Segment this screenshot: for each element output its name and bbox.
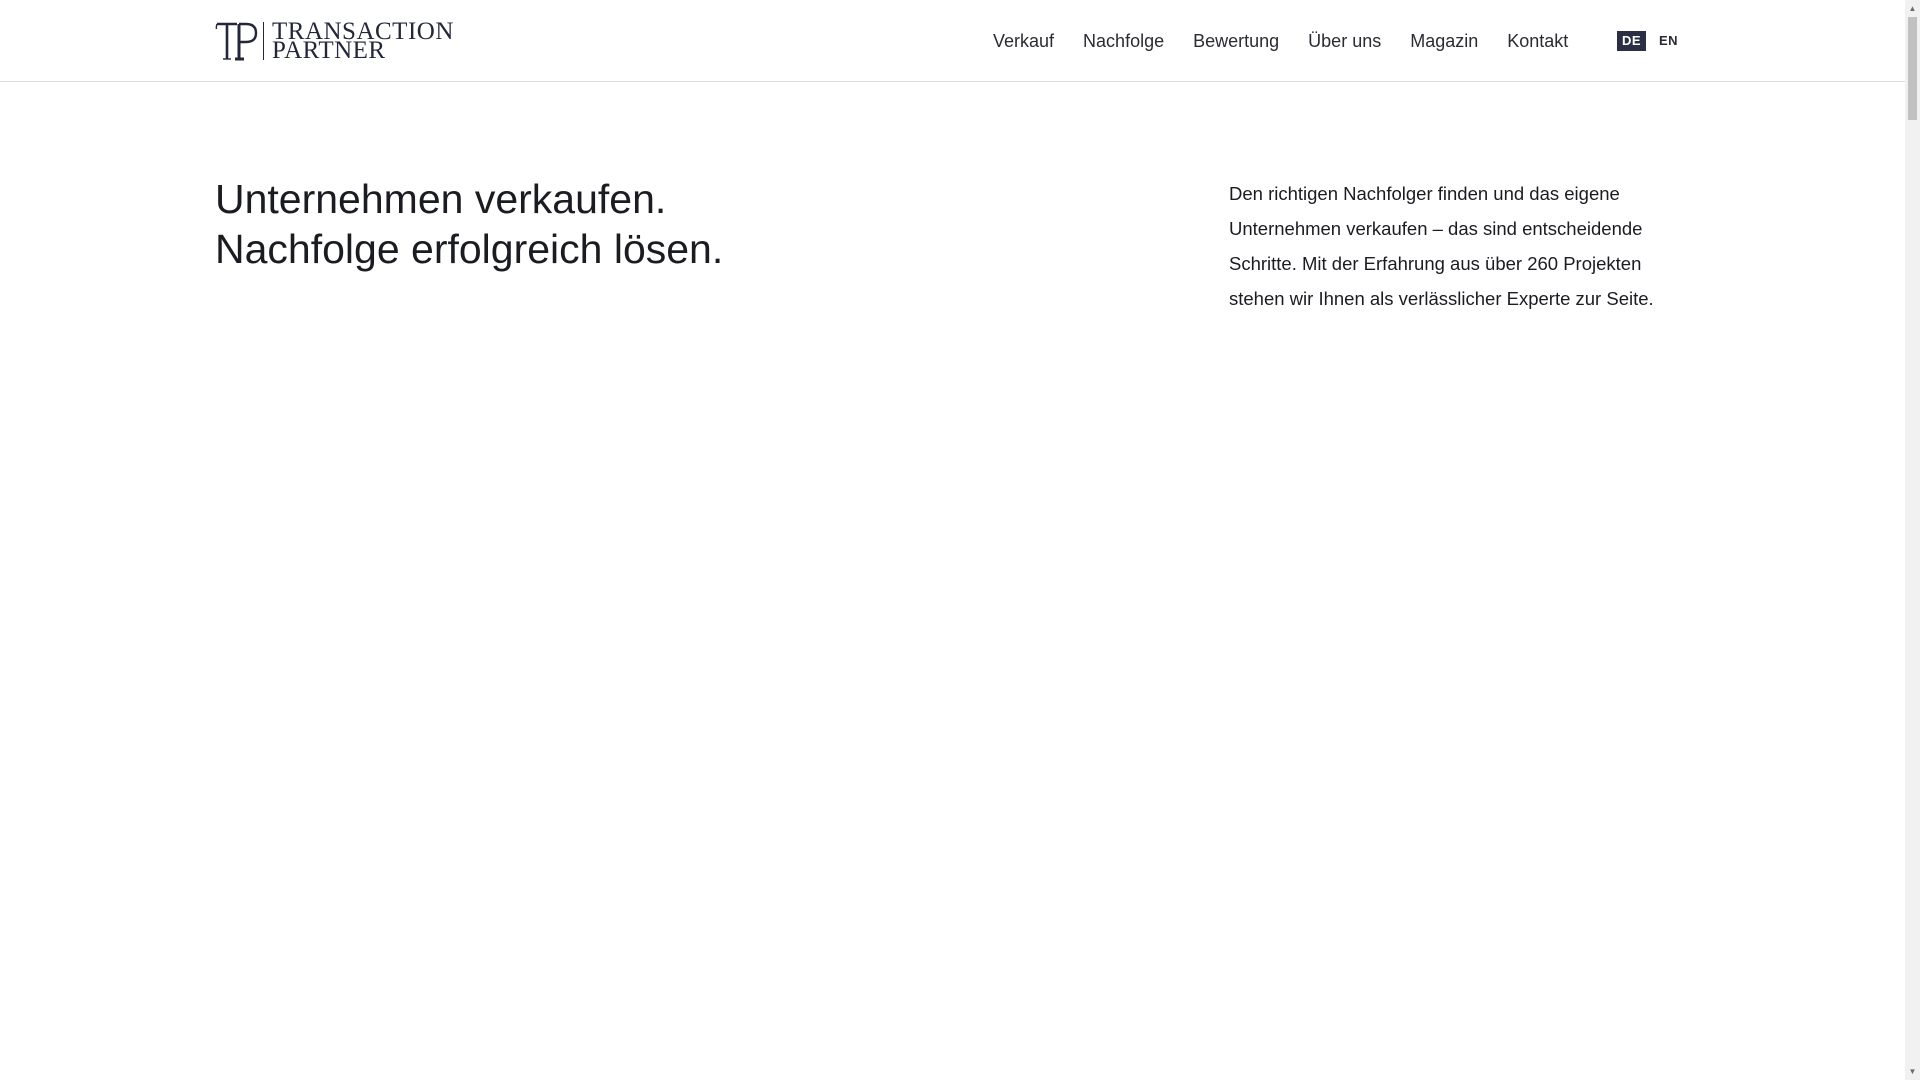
site-header: TRANSACTION PARTNER Verkauf Nachfolge Be…	[0, 0, 1905, 82]
scroll-up-arrow-icon[interactable]: ▲	[1905, 0, 1920, 17]
hero-headline-line-1: Unternehmen verkaufen.	[215, 176, 667, 222]
tp-monogram-icon	[215, 22, 258, 61]
language-de-button[interactable]: DE	[1617, 31, 1646, 51]
page: TRANSACTION PARTNER Verkauf Nachfolge Be…	[0, 0, 1905, 1080]
nav-item-kontakt[interactable]: Kontakt	[1507, 31, 1568, 52]
hero-headline: Unternehmen verkaufen. Nachfolge erfolgr…	[215, 174, 723, 274]
scroll-down-arrow-icon[interactable]: ▼	[1905, 1063, 1920, 1080]
logo-divider	[263, 22, 264, 60]
logo-line-2: PARTNER	[272, 37, 386, 64]
scrollbar-thumb[interactable]	[1908, 17, 1917, 120]
hero-headline-line-2: Nachfolge erfolgreich lösen.	[215, 226, 724, 272]
logo-wordmark: TRANSACTION PARTNER	[272, 19, 454, 64]
nav-item-verkauf[interactable]: Verkauf	[993, 31, 1054, 52]
language-switcher: DE EN	[1617, 31, 1683, 51]
nav-item-magazin[interactable]: Magazin	[1410, 31, 1478, 52]
main-navigation: Verkauf Nachfolge Bewertung Über uns Mag…	[993, 0, 1568, 82]
logo-link[interactable]: TRANSACTION PARTNER	[215, 19, 454, 64]
nav-item-nachfolge[interactable]: Nachfolge	[1083, 31, 1164, 52]
hero-intro-text: Den richtigen Nachfolger finden und das …	[1229, 183, 1654, 309]
language-en-button[interactable]: EN	[1654, 31, 1683, 51]
vertical-scrollbar[interactable]: ▲ ▼	[1905, 0, 1920, 1080]
nav-item-ueber-uns[interactable]: Über uns	[1308, 31, 1381, 52]
nav-item-bewertung[interactable]: Bewertung	[1193, 31, 1279, 52]
